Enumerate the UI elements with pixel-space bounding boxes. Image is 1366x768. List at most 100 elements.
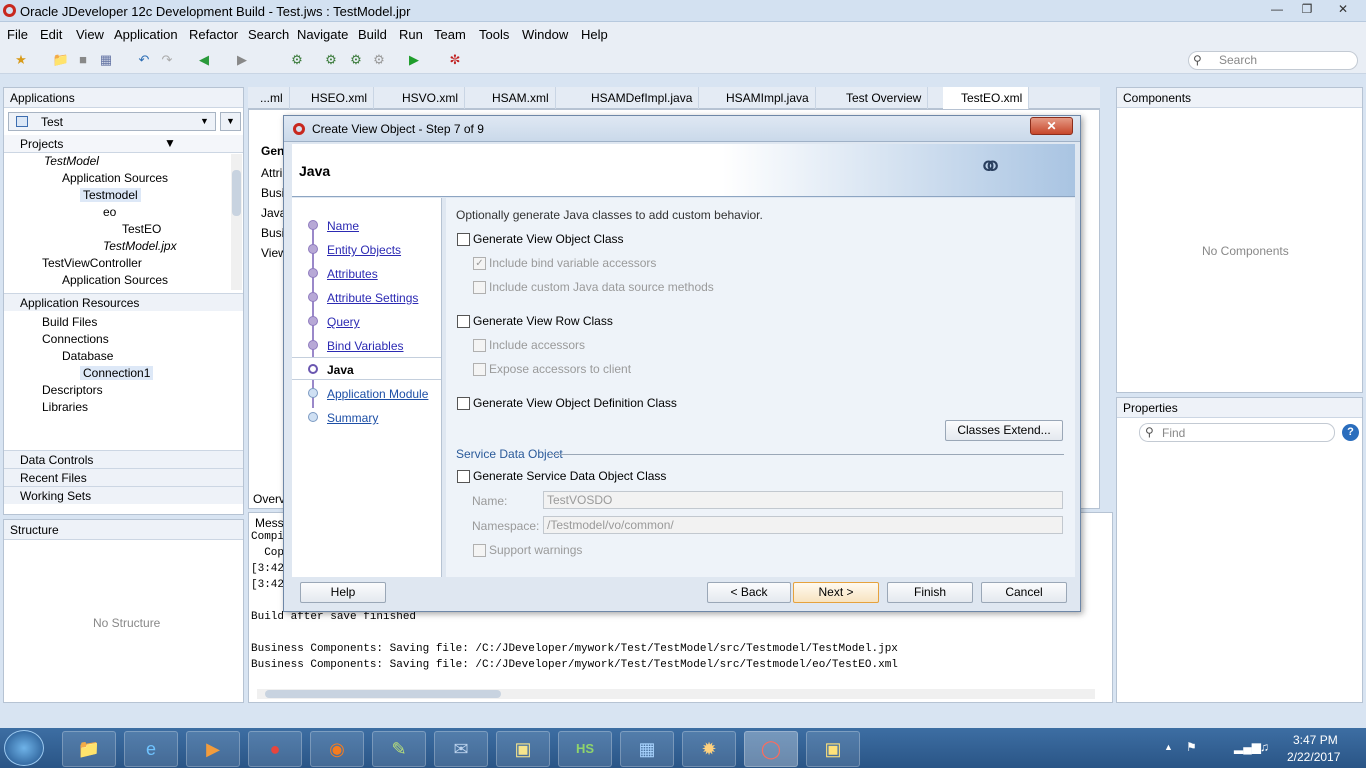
chrome-taskbar-icon[interactable]: ● — [248, 731, 302, 767]
application-selector[interactable]: Test — [8, 112, 216, 131]
notepad-taskbar-icon[interactable]: ✎ — [372, 731, 426, 767]
firefox-taskbar-icon[interactable]: ◉ — [310, 731, 364, 767]
back-icon[interactable]: ◀ — [195, 51, 213, 69]
tree-node-eo[interactable]: eo — [103, 205, 116, 219]
editor-side-attri[interactable]: Attri — [261, 166, 282, 180]
sdo-generate-label[interactable]: Generate Service Data Object Class — [473, 469, 666, 483]
tree-node-build-files[interactable]: Build Files — [42, 315, 97, 329]
undo-icon[interactable]: ↶ — [135, 51, 153, 69]
tab-hsvo-xml[interactable]: HSVO.xml — [384, 87, 466, 109]
def-class-checkbox[interactable] — [457, 397, 470, 410]
def-class-label[interactable]: Generate View Object Definition Class — [473, 396, 677, 410]
tree-node-database[interactable]: Database — [62, 349, 113, 363]
menu-application[interactable]: Application — [114, 27, 178, 42]
sticky-notes-taskbar-icon[interactable]: ▣ — [496, 731, 550, 767]
tab-hsamdefimpl-java[interactable]: HSAMDefImpl.java — [573, 87, 700, 109]
redo-icon[interactable]: ↷ — [158, 51, 176, 69]
tab-test-overview[interactable]: Test Overview — [828, 87, 929, 109]
rebuild-icon[interactable]: ⚙ — [322, 51, 340, 69]
view-row-class-label[interactable]: Generate View Row Class — [473, 314, 613, 328]
tree-node-app-sources[interactable]: Application Sources — [62, 171, 168, 185]
jdeveloper-taskbar-icon[interactable]: ▣ — [806, 731, 860, 767]
run-icon[interactable]: ▶ — [405, 51, 423, 69]
section-application-resources[interactable]: Application Resources — [4, 293, 243, 311]
tab-hsamimpl-java[interactable]: HSAMImpl.java — [708, 87, 816, 109]
hs-app-taskbar-icon[interactable]: HS — [558, 731, 612, 767]
file-explorer-taskbar-icon[interactable]: 📁 — [62, 731, 116, 767]
include-accessors-checkbox[interactable] — [473, 339, 486, 352]
menu-build[interactable]: Build — [358, 27, 387, 42]
tree-node-app-sources-2[interactable]: Application Sources — [62, 273, 168, 287]
bind-accessors-label[interactable]: Include bind variable accessors — [489, 256, 656, 270]
network-icon[interactable]: ▂▄▆ — [1234, 740, 1261, 754]
tree-node-testmodel-jpx[interactable]: TestModel.jpx — [103, 239, 177, 253]
forward-icon[interactable]: ▶ — [233, 51, 251, 69]
sdo-namespace-field[interactable]: /Testmodel/vo/common/ — [543, 516, 1063, 534]
section-data-controls[interactable]: Data Controls — [4, 450, 243, 468]
step-query[interactable]: Query — [327, 315, 360, 329]
tree-node-descriptors[interactable]: Descriptors — [42, 383, 103, 397]
sdo-generate-checkbox[interactable] — [457, 470, 470, 483]
step-attributes[interactable]: Attributes — [327, 267, 378, 281]
minimize-button[interactable]: — — [1262, 0, 1292, 18]
internet-explorer-taskbar-icon[interactable]: e — [124, 731, 178, 767]
finish-button[interactable]: Finish — [887, 582, 973, 603]
clock-date[interactable]: 2/22/2017 — [1287, 750, 1340, 764]
section-recent-files[interactable]: Recent Files — [4, 468, 243, 486]
menu-team[interactable]: Team — [434, 27, 466, 42]
custom-ds-label[interactable]: Include custom Java data source methods — [489, 280, 714, 294]
view-row-class-checkbox[interactable] — [457, 315, 470, 328]
tree-node-testmodel[interactable]: TestModel — [44, 154, 99, 168]
back-button[interactable]: < Back — [707, 582, 791, 603]
debug-icon[interactable]: ✼ — [446, 51, 464, 69]
help-button[interactable]: Help — [300, 582, 386, 603]
tab-ml[interactable]: ...ml — [248, 87, 290, 109]
paint-taskbar-icon[interactable]: ✹ — [682, 731, 736, 767]
action-center-icon[interactable]: ⚑ — [1186, 740, 1197, 754]
clock-time[interactable]: 3:47 PM — [1293, 733, 1338, 747]
tab-testeo-xml[interactable]: TestEO.xml — [943, 87, 1030, 109]
bind-accessors-checkbox[interactable]: ✓ — [473, 257, 486, 270]
support-warnings-label[interactable]: Support warnings — [489, 543, 582, 557]
tree-node-connection1[interactable]: Connection1 — [80, 366, 154, 380]
save-icon[interactable]: ■ — [74, 51, 92, 69]
step-summary[interactable]: Summary — [327, 411, 378, 425]
menu-run[interactable]: Run — [399, 27, 423, 42]
editor-bottom-tab[interactable]: Overv — [253, 492, 285, 506]
menu-help[interactable]: Help — [581, 27, 608, 42]
view-object-class-label[interactable]: Generate View Object Class — [473, 232, 624, 246]
make-all-icon[interactable]: ⚙ — [347, 51, 365, 69]
section-working-sets[interactable]: Working Sets — [4, 486, 243, 504]
cancel-button[interactable]: Cancel — [981, 582, 1067, 603]
include-accessors-label[interactable]: Include accessors — [489, 338, 585, 352]
build-icon[interactable]: ⚙ — [288, 51, 306, 69]
editor-side-gen[interactable]: Gen — [261, 144, 284, 158]
step-bind-variables[interactable]: Bind Variables — [327, 339, 404, 353]
open-icon[interactable]: 📁 — [52, 51, 70, 69]
tree-node-connections[interactable]: Connections — [42, 332, 109, 346]
find-input[interactable]: Find — [1139, 423, 1335, 442]
tab-hseo-xml[interactable]: HSEO.xml — [293, 87, 375, 109]
menu-tools[interactable]: Tools — [479, 27, 509, 42]
menu-refactor[interactable]: Refactor — [189, 27, 238, 42]
filter-icon[interactable]: ▼ — [164, 136, 176, 150]
step-java[interactable]: Java — [327, 363, 354, 377]
new-icon[interactable]: ★ — [12, 51, 30, 69]
step-attribute-settings[interactable]: Attribute Settings — [327, 291, 418, 305]
expose-accessors-checkbox[interactable] — [473, 363, 486, 376]
application-menu-button[interactable]: ▼ — [220, 112, 241, 131]
sdo-name-field[interactable]: TestVOSDO — [543, 491, 1063, 509]
maximize-button[interactable]: ❐ — [1292, 0, 1322, 18]
menu-window[interactable]: Window — [522, 27, 568, 42]
expose-accessors-label[interactable]: Expose accessors to client — [489, 362, 631, 376]
menu-view[interactable]: View — [76, 27, 104, 42]
tree-node-testmodel-pkg[interactable]: Testmodel — [80, 188, 141, 202]
start-button[interactable] — [4, 730, 44, 766]
media-player-taskbar-icon[interactable]: ▶ — [186, 731, 240, 767]
menu-edit[interactable]: Edit — [40, 27, 62, 42]
tray-arrow-icon[interactable]: ▲ — [1164, 742, 1173, 752]
step-entity-objects[interactable]: Entity Objects — [327, 243, 401, 257]
messages-hscrollbar[interactable] — [257, 689, 1095, 699]
menu-navigate[interactable]: Navigate — [297, 27, 348, 42]
photo-viewer-taskbar-icon[interactable]: ▦ — [620, 731, 674, 767]
